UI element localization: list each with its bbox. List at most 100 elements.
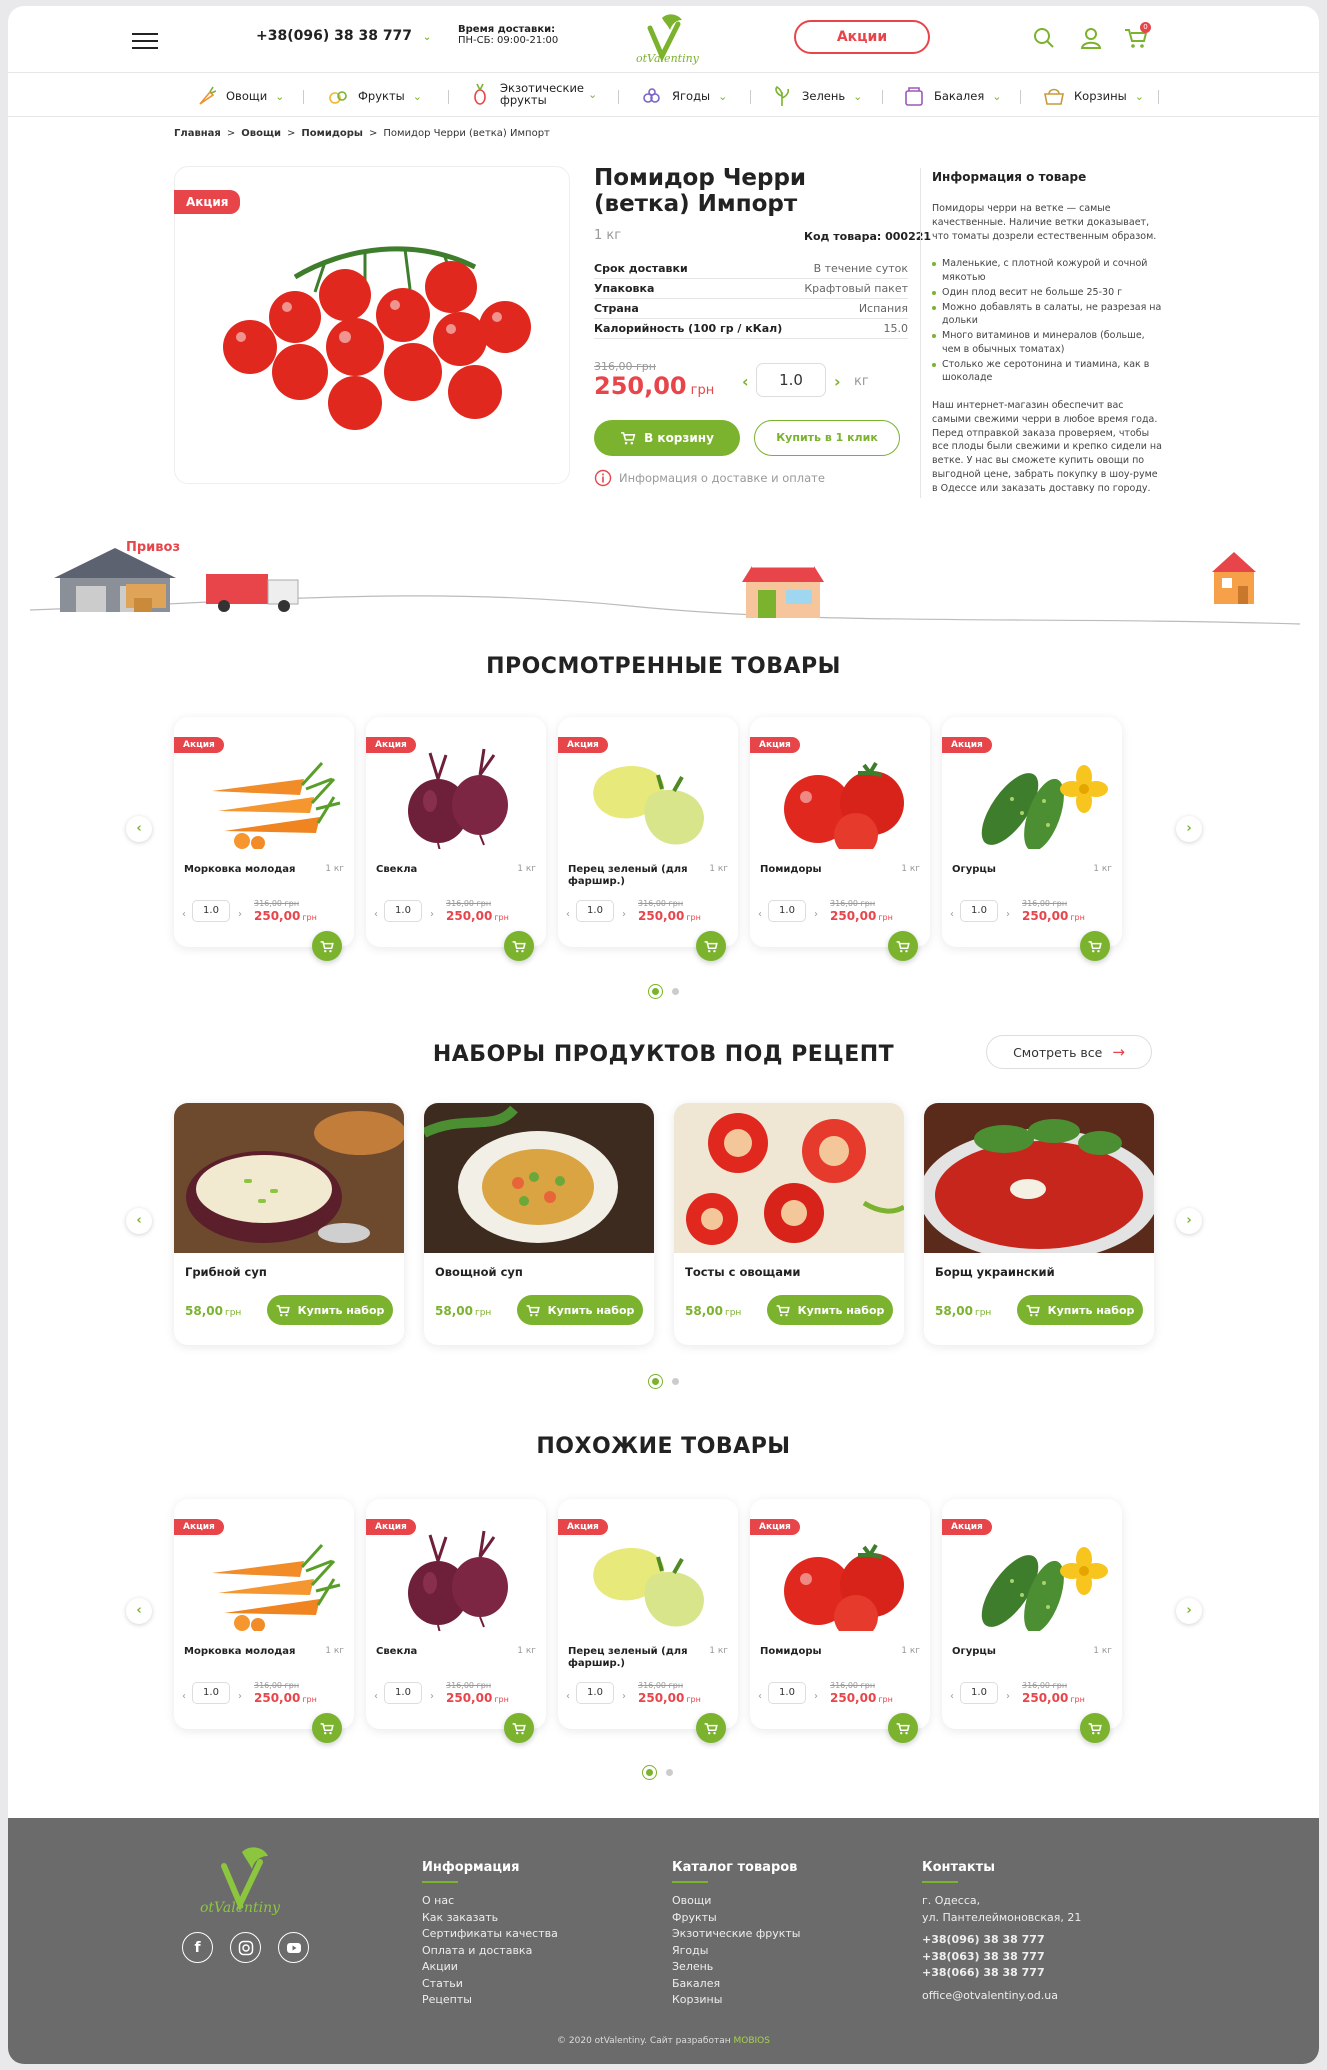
buy-one-click-button[interactable]: Купить в 1 клик [754, 420, 900, 456]
facebook-icon[interactable]: f [182, 1932, 213, 1963]
product-name[interactable]: Морковка молодая [184, 864, 304, 876]
buy-set-button[interactable]: Купить набор [267, 1295, 393, 1325]
breadcrumb-link[interactable]: Главная [174, 128, 221, 139]
carousel-dot-active[interactable] [652, 988, 659, 995]
footer-link[interactable]: Статьи [422, 1976, 558, 1993]
carrot-image[interactable] [184, 739, 344, 849]
carrot-image[interactable] [184, 1521, 344, 1631]
add-to-cart-button[interactable] [696, 1713, 726, 1743]
footer-link[interactable]: Фрукты [672, 1910, 800, 1927]
youtube-icon[interactable] [278, 1932, 309, 1963]
nav-category-baskets[interactable]: Корзины ⌄ [1042, 84, 1144, 108]
footer-link[interactable]: Корзины [672, 1992, 800, 2009]
recipes-prev-arrow[interactable]: ‹ [126, 1208, 152, 1234]
recipe-card[interactable]: Грибной суп 58,00 грн Купить набор [174, 1103, 404, 1345]
header-phone[interactable]: +38(096) 38 38 777 ⌄ [256, 28, 431, 44]
viewed-next-arrow[interactable]: › [1176, 816, 1202, 842]
recipe-card[interactable]: Овощной суп 58,00 грн Купить набор [424, 1103, 654, 1345]
product-card[interactable]: Акция Перец зеленый (для фаршир.) 1 кг ‹ 1.0… [558, 717, 738, 961]
footer-link[interactable]: Бакалея [672, 1976, 800, 1993]
qty-decrease-button[interactable]: ‹ [950, 1691, 954, 1702]
product-card[interactable]: Акция Морковка молодая 1 кг ‹ 1.0 › 316,00 грн… [174, 1499, 354, 1743]
add-to-cart-button[interactable] [312, 931, 342, 961]
carousel-dot-active[interactable] [652, 1378, 659, 1385]
qty-decrease-button[interactable]: ‹ [374, 909, 378, 920]
qty-input[interactable]: 1.0 [576, 900, 614, 922]
instagram-icon[interactable] [230, 1932, 261, 1963]
cart-icon[interactable]: 0 [1124, 22, 1151, 50]
footer-link[interactable]: Экзотические фрукты [672, 1926, 800, 1943]
product-name[interactable]: Морковка молодая [184, 1646, 304, 1658]
nav-category-greens[interactable]: Зелень ⌄ [770, 84, 862, 108]
qty-increase-button[interactable]: › [238, 909, 242, 920]
qty-input[interactable]: 1.0 [576, 1682, 614, 1704]
recipe-name[interactable]: Овощной суп [435, 1265, 523, 1279]
qty-increase-button[interactable]: › [834, 372, 841, 391]
nav-category-groceries[interactable]: Бакалея ⌄ [902, 84, 1002, 108]
qty-input[interactable]: 1.0 [384, 900, 422, 922]
qty-input[interactable]: 1.0 [768, 900, 806, 922]
promo-button[interactable]: Акции [794, 20, 930, 54]
breadcrumb-link[interactable]: Помидоры [301, 128, 363, 139]
qty-decrease-button[interactable]: ‹ [758, 909, 762, 920]
carousel-dot[interactable] [672, 988, 679, 995]
nav-category-fruits[interactable]: Фрукты ⌄ [326, 84, 422, 108]
qty-decrease-button[interactable]: ‹ [758, 1691, 762, 1702]
cucumber-image[interactable] [952, 1521, 1112, 1631]
beet-image[interactable] [376, 739, 536, 849]
qty-increase-button[interactable]: › [622, 1691, 626, 1702]
qty-input[interactable]: 1.0 [756, 363, 826, 397]
footer-phone[interactable]: +38(096) 38 38 777 [922, 1932, 1081, 1949]
mushroom-soup-image[interactable] [174, 1103, 404, 1253]
qty-increase-button[interactable]: › [814, 1691, 818, 1702]
cucumber-image[interactable] [952, 739, 1112, 849]
qty-decrease-button[interactable]: ‹ [950, 909, 954, 920]
qty-decrease-button[interactable]: ‹ [566, 909, 570, 920]
carousel-dot-active[interactable] [646, 1769, 653, 1776]
vegetable-soup-image[interactable] [424, 1103, 654, 1253]
see-all-button[interactable]: Смотреть все → [986, 1035, 1152, 1069]
footer-link[interactable]: Акции [422, 1959, 558, 1976]
product-card[interactable]: Акция Огурцы 1 кг ‹ 1.0 › 316,00 грн 250,00 грн [942, 717, 1122, 961]
add-to-cart-button[interactable] [1080, 1713, 1110, 1743]
site-logo[interactable]: otValentiny [632, 10, 702, 68]
product-name[interactable]: Свекла [376, 864, 496, 876]
delivery-info-link[interactable]: Информация о доставке и оплате [594, 469, 825, 487]
qty-decrease-button[interactable]: ‹ [742, 372, 749, 391]
menu-burger-icon[interactable] [132, 28, 158, 54]
footer-link[interactable]: Зелень [672, 1959, 800, 1976]
product-card[interactable]: Акция Огурцы 1 кг ‹ 1.0 › 316,00 грн 250,00 грн [942, 1499, 1122, 1743]
nav-category-vegetables[interactable]: Овощи ⌄ [194, 84, 284, 108]
product-card[interactable]: Акция Перец зеленый (для фаршир.) 1 кг ‹ 1.0… [558, 1499, 738, 1743]
buy-set-button[interactable]: Купить набор [767, 1295, 893, 1325]
add-to-cart-button[interactable]: В корзину [594, 420, 740, 456]
nav-category-exotic-fruits[interactable]: Экзотические фрукты ⌄ [468, 82, 597, 106]
similar-prev-arrow[interactable]: ‹ [126, 1598, 152, 1624]
qty-increase-button[interactable]: › [430, 1691, 434, 1702]
product-card[interactable]: Акция Свекла 1 кг ‹ 1.0 › 316,00 грн 250,00 грн [366, 717, 546, 961]
pepper-image[interactable] [568, 1521, 728, 1631]
qty-increase-button[interactable]: › [622, 909, 626, 920]
add-to-cart-button[interactable] [1080, 931, 1110, 961]
qty-increase-button[interactable]: › [1006, 1691, 1010, 1702]
qty-decrease-button[interactable]: ‹ [374, 1691, 378, 1702]
qty-input[interactable]: 1.0 [192, 900, 230, 922]
buy-set-button[interactable]: Купить набор [517, 1295, 643, 1325]
footer-link[interactable]: Как заказать [422, 1910, 558, 1927]
add-to-cart-button[interactable] [696, 931, 726, 961]
footer-link[interactable]: Овощи [672, 1893, 800, 1910]
qty-increase-button[interactable]: › [430, 909, 434, 920]
toast-image[interactable] [674, 1103, 904, 1253]
carousel-dot[interactable] [672, 1378, 679, 1385]
nav-category-berries[interactable]: Ягоды ⌄ [640, 84, 727, 108]
footer-link[interactable]: Оплата и доставка [422, 1943, 558, 1960]
carousel-dot[interactable] [666, 1769, 673, 1776]
product-name[interactable]: Огурцы [952, 1646, 1072, 1658]
footer-phone[interactable]: +38(063) 38 38 777 [922, 1949, 1081, 1966]
qty-input[interactable]: 1.0 [960, 1682, 998, 1704]
qty-input[interactable]: 1.0 [192, 1682, 230, 1704]
footer-link[interactable]: О нас [422, 1893, 558, 1910]
tomato-image[interactable] [760, 1521, 920, 1631]
product-name[interactable]: Огурцы [952, 864, 1072, 876]
qty-input[interactable]: 1.0 [384, 1682, 422, 1704]
